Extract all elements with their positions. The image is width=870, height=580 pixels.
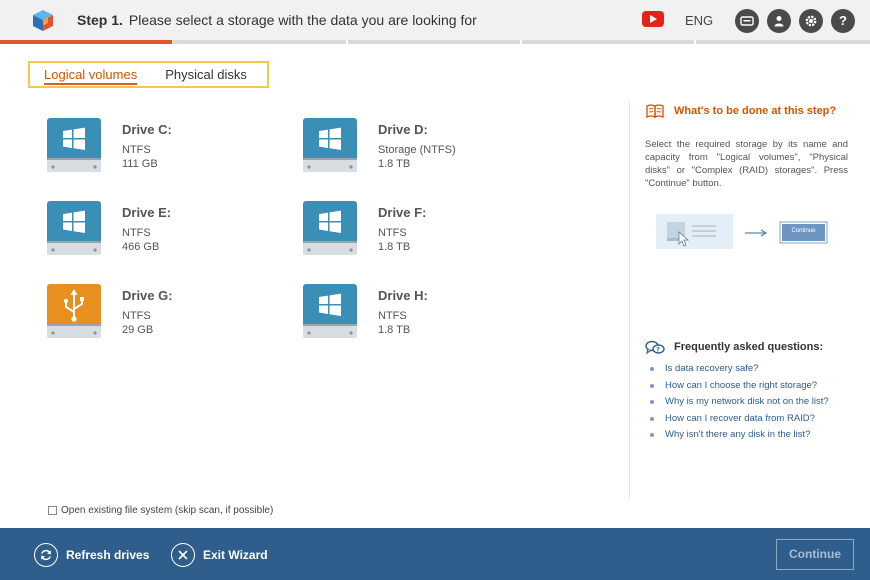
progress-separator: [346, 40, 348, 44]
tab-physical-disks[interactable]: Physical disks: [151, 63, 261, 86]
drive-item-h[interactable]: Drive H: NTFS 1.8 TB: [302, 282, 542, 346]
wizard-progress: [0, 40, 870, 44]
faq-link[interactable]: How can I choose the right storage?: [650, 378, 829, 395]
drive-filesystem: NTFS: [122, 144, 151, 156]
drive-size: 111 GB: [122, 158, 158, 170]
windows-drive-icon: [303, 118, 357, 172]
windows-drive-icon: [303, 284, 357, 338]
drive-filesystem: NTFS: [378, 310, 407, 322]
drive-filesystem: NTFS: [122, 227, 151, 239]
usb-drive-icon: [47, 284, 101, 338]
exit-wizard-label: Exit Wizard: [203, 548, 268, 562]
step-text: Please select a storage with the data yo…: [128, 12, 477, 28]
faq-chat-icon: ?: [645, 340, 665, 355]
svg-text:?: ?: [656, 347, 660, 354]
gear-icon[interactable]: [799, 9, 823, 33]
drive-size: 1.8 TB: [378, 241, 411, 253]
storage-tabs: Logical volumes Physical disks: [28, 61, 269, 88]
step-title: Step 1. Please select a storage with the …: [77, 12, 477, 28]
progress-separator: [694, 40, 696, 44]
exit-wizard-button[interactable]: Exit Wizard: [171, 542, 268, 568]
app-logo-icon: [33, 10, 53, 31]
wizard-progress-fill: [0, 40, 172, 44]
drive-name: Drive E:: [122, 205, 172, 220]
checkbox-label: Open existing file system (skip scan, if…: [61, 505, 274, 516]
drive-item-c[interactable]: Drive C: NTFS 111 GB: [46, 116, 286, 180]
drive-item-f[interactable]: Drive F: NTFS 1.8 TB: [302, 199, 542, 263]
help-title: What's to be done at this step?: [674, 105, 837, 117]
drive-name: Drive H:: [378, 288, 428, 303]
refresh-drives-button[interactable]: Refresh drives: [34, 542, 149, 568]
faq-title: Frequently asked questions:: [674, 341, 824, 353]
help-button[interactable]: ?: [831, 9, 855, 33]
drive-size: 29 GB: [122, 324, 154, 336]
tab-logical-volumes[interactable]: Logical volumes: [30, 63, 151, 86]
drive-size: 1.8 TB: [378, 324, 411, 336]
checkbox-box[interactable]: [48, 506, 57, 515]
continue-button[interactable]: Continue: [776, 539, 854, 570]
footer-bar: Refresh drives Exit Wizard: [0, 528, 870, 580]
right-panel-divider: [629, 102, 631, 498]
drive-item-d[interactable]: Drive D: Storage (NTFS) 1.8 TB: [302, 116, 542, 180]
open-existing-fs-checkbox[interactable]: Open existing file system (skip scan, if…: [48, 505, 273, 516]
drive-filesystem: Storage (NTFS): [378, 144, 456, 156]
youtube-icon[interactable]: [642, 11, 664, 27]
close-icon: [171, 543, 195, 567]
drive-item-e[interactable]: Drive E: NTFS 466 GB: [46, 199, 286, 263]
drive-name: Drive D:: [378, 122, 428, 137]
windows-drive-icon: [47, 201, 101, 255]
drive-item-g[interactable]: Drive G: NTFS 29 GB: [46, 282, 286, 346]
language-selector[interactable]: ENG: [685, 13, 713, 28]
help-illustration: Continue: [656, 214, 828, 250]
keyboard-icon[interactable]: [735, 9, 759, 33]
windows-drive-icon: [47, 118, 101, 172]
windows-drive-icon: [303, 201, 357, 255]
faq-link[interactable]: Why is my network disk not on the list?: [650, 394, 829, 411]
drive-filesystem: NTFS: [378, 227, 407, 239]
drive-name: Drive C:: [122, 122, 172, 137]
faq-link[interactable]: How can I recover data from RAID?: [650, 411, 829, 428]
progress-separator: [520, 40, 522, 44]
book-icon: [646, 104, 664, 118]
faq-list: Is data recovery safe? How can I choose …: [650, 361, 829, 444]
illustration-continue-label: Continue: [791, 228, 816, 234]
drive-name: Drive G:: [122, 288, 173, 303]
faq-link[interactable]: Why isn't there any disk in the list?: [650, 427, 829, 444]
refresh-icon: [34, 543, 58, 567]
drive-size: 466 GB: [122, 241, 160, 253]
drive-filesystem: NTFS: [122, 310, 151, 322]
refresh-drives-label: Refresh drives: [66, 548, 150, 562]
drive-size: 1.8 TB: [378, 158, 411, 170]
help-text: Select the required storage by its name …: [645, 139, 848, 189]
drive-name: Drive F:: [378, 205, 427, 220]
header-bar: Step 1. Please select a storage with the …: [0, 0, 870, 40]
user-icon[interactable]: [767, 9, 791, 33]
step-label: Step 1.: [77, 12, 123, 28]
faq-link[interactable]: Is data recovery safe?: [650, 361, 829, 378]
